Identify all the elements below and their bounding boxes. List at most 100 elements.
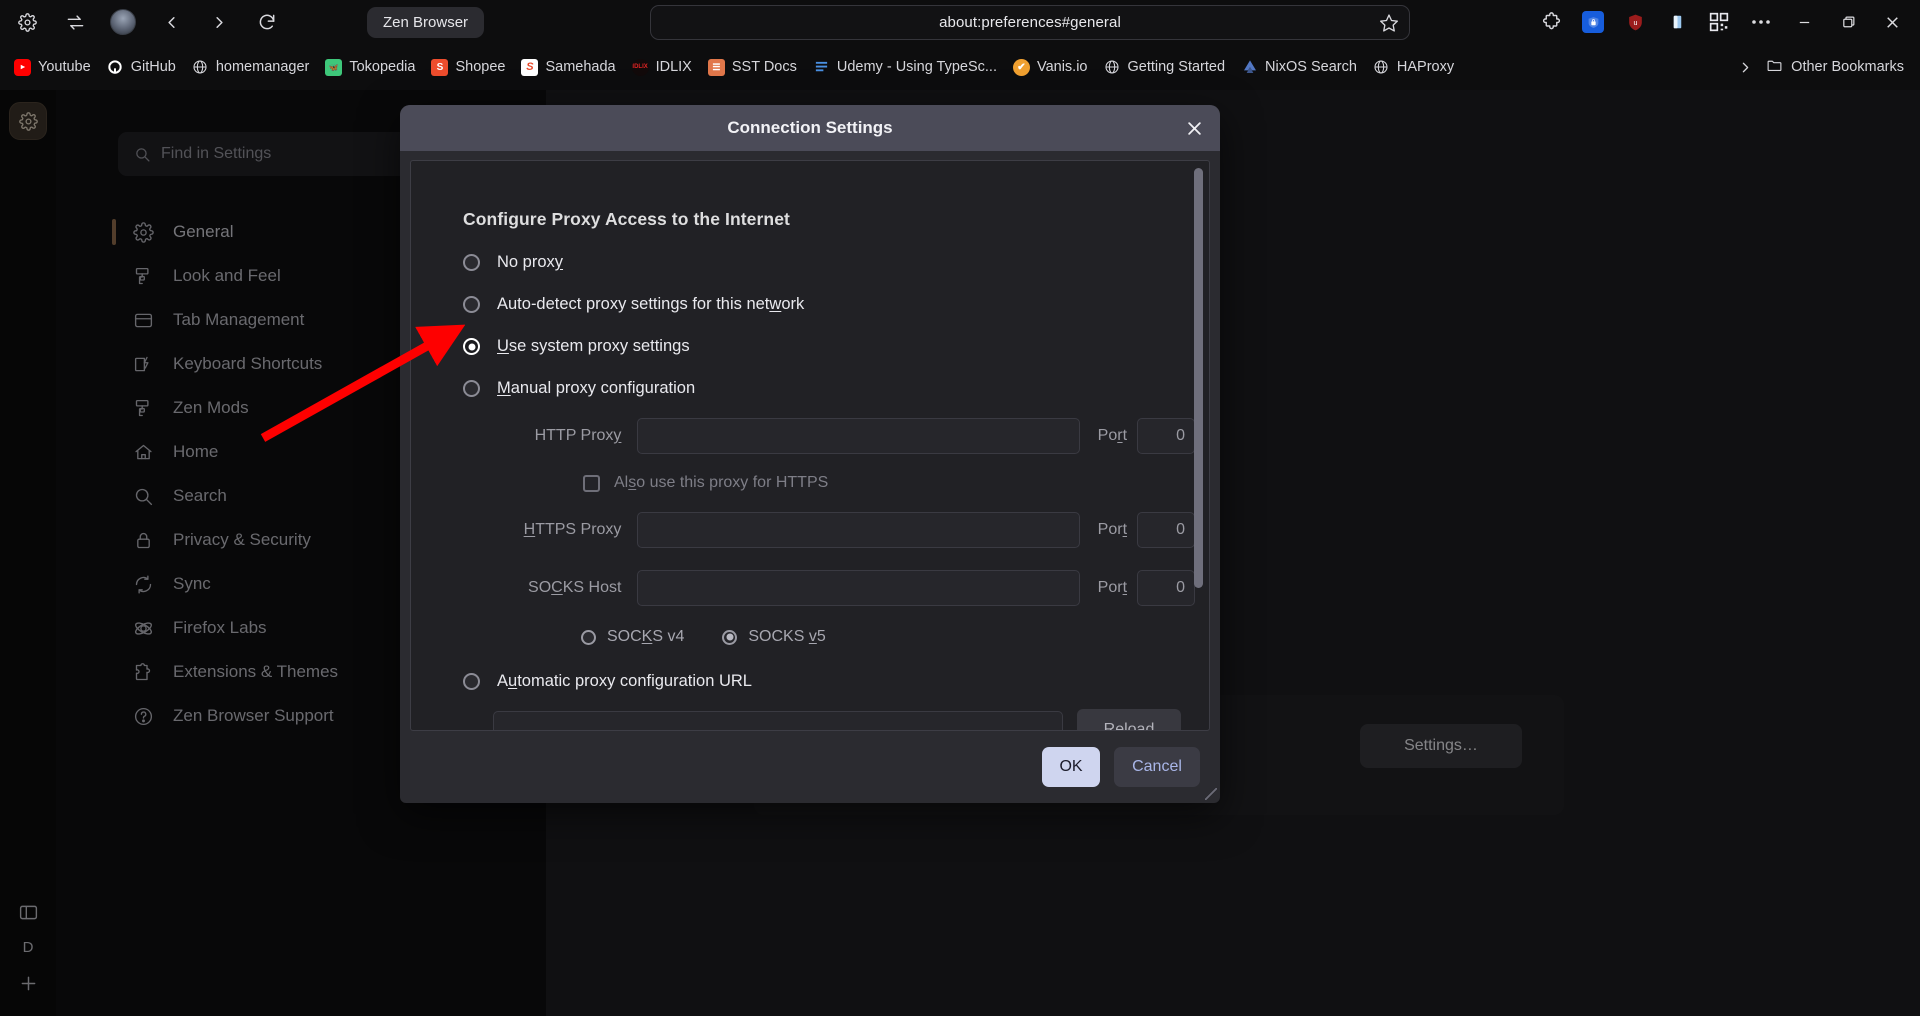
also-use-https-row[interactable]: Also use this proxy for HTTPS [463,474,1195,492]
close-icon[interactable] [1178,112,1210,144]
bookmark-label: Udemy - Using TypeSc... [836,59,997,75]
back-icon[interactable] [154,5,188,39]
https-proxy-row: HTTPS Proxy Port 0 [463,512,1195,548]
profile-avatar-icon[interactable] [106,5,140,39]
window-close-button[interactable] [1870,0,1914,44]
radio-use-system-proxy-indicator[interactable] [463,338,480,355]
youtube-icon [14,58,31,76]
reload-button[interactable]: Reload [1077,709,1181,730]
settings-gear-icon[interactable] [10,5,44,39]
radio-no-proxy-indicator[interactable] [463,254,480,271]
tab-zen-browser[interactable]: Zen Browser [367,6,485,38]
bookmark-label: homemanager [215,59,310,75]
radio-socks-v5-label: SOCKS v5 [748,628,826,645]
bookmark-item[interactable]: GitHub [99,55,184,80]
radio-manual-proxy[interactable]: Manual proxy configuration [463,379,1195,398]
radio-use-system-proxy-label: Use system proxy settings [497,337,690,355]
bookmark-item[interactable]: HAProxy [1365,55,1462,80]
bookmark-label: Samehada [545,59,616,75]
bookmark-item[interactable]: 🦋 Tokopedia [317,55,423,80]
qr-code-icon[interactable] [1708,11,1730,33]
https-port-input[interactable]: 0 [1137,512,1195,548]
address-bar[interactable]: about:preferences#general [650,5,1410,40]
cancel-button[interactable]: Cancel [1114,747,1200,787]
radio-automatic-pac-indicator[interactable] [463,673,480,690]
bookmark-label: Tokopedia [349,59,416,75]
radio-no-proxy-label: No proxy [497,253,564,271]
bookmark-item[interactable]: IDLIX IDLIX [624,55,700,80]
radio-auto-detect[interactable]: Auto-detect proxy settings for this netw… [463,295,1195,314]
bookmark-item[interactable]: ✔ Vanis.io [1005,55,1096,80]
shopee-icon: S [431,58,449,76]
radio-socks-v5[interactable]: SOCKS v5 [722,628,826,646]
bookmark-star-icon[interactable] [1379,13,1399,33]
window-restore-button[interactable] [1826,0,1870,44]
forward-icon[interactable] [202,5,236,39]
radio-socks-v5-indicator[interactable] [722,629,738,645]
url-text: about:preferences#general [939,14,1121,31]
dialog-body: Configure Proxy Access to the Internet N… [410,160,1210,731]
radio-automatic-pac[interactable]: Automatic proxy configuration URL [463,672,1195,691]
folder-icon [1766,57,1783,78]
radio-use-system-proxy[interactable]: Use system proxy settings [463,337,1195,356]
ublock-origin-icon[interactable]: u [1624,11,1646,33]
pac-url-row: Reload [463,709,1195,730]
bookmark-label: NixOS Search [1265,59,1357,75]
bookmark-label: Youtube [38,59,91,75]
dialog-scrollbar-thumb[interactable] [1194,168,1203,588]
socks-port-input[interactable]: 0 [1137,570,1195,606]
https-proxy-input[interactable] [637,512,1080,548]
dialog-resize-grip[interactable] [1205,788,1217,800]
bookmark-item[interactable]: homemanager [184,55,318,80]
socks-port-label: Port [1097,579,1128,596]
bookmark-item[interactable]: S Samehada [513,55,623,80]
udemy-icon [813,59,830,76]
bookmark-label: SST Docs [731,59,797,75]
radio-no-proxy[interactable]: No proxy [463,253,1195,272]
tab-strip: Zen Browser [367,6,485,38]
http-port-input[interactable]: 0 [1137,418,1195,454]
ok-button[interactable]: OK [1042,747,1100,787]
bookmark-label: IDLIX [655,59,692,75]
vanis-icon: ✔ [1012,58,1030,76]
bookmark-item[interactable]: Udemy - Using TypeSc... [805,55,1005,80]
radio-socks-v4[interactable]: SOCKS v4 [581,628,684,646]
also-use-https-checkbox[interactable] [583,474,600,492]
chrome-right-actions: u [1530,0,1920,44]
sync-arrows-icon[interactable] [58,5,92,39]
tokopedia-icon: 🦋 [325,58,343,76]
http-proxy-row: HTTP Proxy Port 0 [463,418,1195,454]
browser-chrome: Zen Browser about:preferences#general u [0,0,1920,90]
radio-automatic-pac-label: Automatic proxy configuration URL [497,672,752,690]
samehada-icon: S [521,58,539,76]
bookmark-item[interactable]: S Shopee [423,55,513,80]
extensions-puzzle-icon[interactable] [1540,11,1562,33]
window-minimize-button[interactable] [1782,0,1826,44]
bookmark-item[interactable]: NixOS Search [1233,55,1365,80]
reload-icon[interactable] [250,5,284,39]
bookmark-label: Vanis.io [1036,59,1088,75]
radio-auto-detect-indicator[interactable] [463,296,480,313]
bookmarks-overflow-chevron-icon[interactable] [1725,59,1766,76]
dialog-footer: OK Cancel [400,731,1220,803]
radio-socks-v4-indicator[interactable] [581,629,596,645]
http-proxy-input[interactable] [637,418,1080,454]
socks-host-label: SOCKS Host [528,579,622,596]
globe-icon [1373,59,1390,76]
bookmark-label: Getting Started [1127,59,1226,75]
bookmark-item[interactable]: ☰ SST Docs [700,55,805,80]
socks-host-row: SOCKS Host Port 0 [463,570,1195,606]
radio-manual-proxy-indicator[interactable] [463,380,480,397]
idlix-icon: IDLIX [631,58,649,76]
pac-url-input[interactable] [493,711,1063,730]
dialog-scrollbar-track[interactable] [1194,164,1206,727]
sst-docs-icon: ☰ [707,58,725,76]
more-options-icon[interactable] [1750,11,1772,33]
reader-icon[interactable] [1666,11,1688,33]
bitwarden-icon[interactable] [1582,11,1604,33]
other-bookmarks-folder[interactable]: Other Bookmarks [1766,57,1920,78]
radio-socks-v4-label: SOCKS v4 [607,628,685,645]
bookmark-item[interactable]: Getting Started [1096,55,1234,80]
bookmark-item[interactable]: Youtube [6,55,99,80]
socks-host-input[interactable] [637,570,1080,606]
